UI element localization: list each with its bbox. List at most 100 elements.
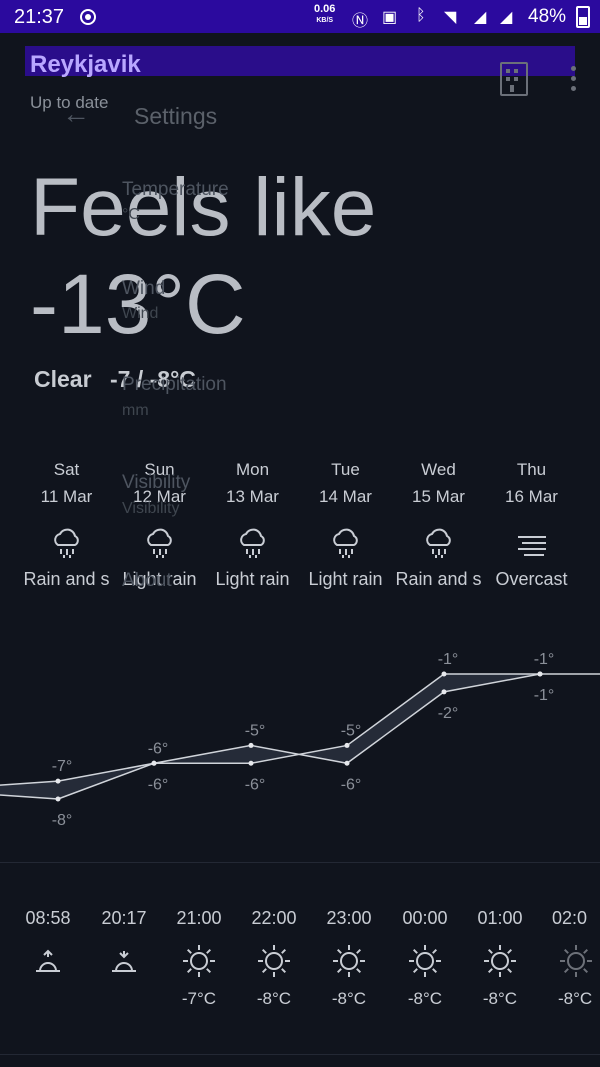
status-bar: 21:37 0.06 KB/S Ⓝ ▣ ᛒ ◥ ◢ ◢ 48% xyxy=(0,0,600,33)
day-forecast-tue[interactable]: Tue 14 Mar Light rain xyxy=(299,460,392,590)
day-condition: Rain and s xyxy=(23,569,110,589)
feels-like-value: -13°C xyxy=(30,257,246,351)
hour-time: 22:00 xyxy=(251,908,297,928)
bottom-temp-label: -6° xyxy=(148,776,169,793)
settings-title: Settings xyxy=(134,103,218,129)
building-icon[interactable] xyxy=(500,62,528,96)
hour-temp: -8°C xyxy=(482,989,518,1008)
current-condition: Clear xyxy=(34,366,92,392)
day-name: Sat xyxy=(53,460,80,479)
day-forecast-sat[interactable]: Sat 11 Mar Rain and s xyxy=(20,460,113,590)
day-date: 15 Mar xyxy=(412,487,465,506)
day-condition: Light rain xyxy=(308,569,383,589)
series-2-point xyxy=(248,760,254,766)
top-temp-label: -5° xyxy=(245,722,266,739)
series-2-point xyxy=(55,796,61,802)
sunset-icon xyxy=(86,941,162,981)
hour-time: 08:58 xyxy=(25,908,71,928)
hour-temp: -7°C xyxy=(181,989,217,1008)
hourly-item: 08:58 xyxy=(10,908,86,989)
series-1-point xyxy=(248,742,254,748)
top-temp-label: -7° xyxy=(52,758,73,775)
status-time: 21:37 xyxy=(14,6,65,28)
hour-time: 23:00 xyxy=(326,908,372,928)
rain-cloud-icon xyxy=(113,525,206,561)
day-date: 12 Mar xyxy=(133,487,186,506)
day-forecast-sun[interactable]: Sun 12 Mar Light rain xyxy=(113,460,206,590)
rain-cloud-icon xyxy=(20,525,113,561)
day-name: Thu xyxy=(516,460,547,479)
city-name[interactable]: Reykjavik xyxy=(30,51,141,79)
day-name: Wed xyxy=(421,460,456,479)
fog-icon xyxy=(485,525,578,561)
rain-cloud-icon xyxy=(392,525,485,561)
more-options-icon[interactable] xyxy=(566,66,580,96)
battery-percent: 48% xyxy=(528,6,567,27)
divider xyxy=(0,1054,600,1055)
day-condition: Overcast xyxy=(495,569,568,589)
hour-time: 00:00 xyxy=(402,908,448,928)
hourly-item: 20:17 xyxy=(86,908,162,989)
cast-icon: ▣ xyxy=(382,9,398,26)
series-2-point xyxy=(344,742,350,748)
day-name: Sun xyxy=(144,460,175,479)
hourly-item: 23:00 -8°C xyxy=(311,908,387,1009)
day-forecast-wed[interactable]: Wed 15 Mar Rain and s xyxy=(392,460,485,590)
wifi-icon: ◥ xyxy=(444,9,457,26)
day-date: 16 Mar xyxy=(505,487,558,506)
update-status: Up to date xyxy=(30,93,109,112)
day-name: Tue xyxy=(331,460,360,479)
top-temp-label: -6° xyxy=(148,740,169,757)
hour-temp: -8°C xyxy=(256,989,292,1008)
bottom-temp-label: -8° xyxy=(52,812,73,829)
hour-temp: -8°C xyxy=(407,989,443,1008)
sun-icon xyxy=(311,941,387,981)
series-1-point xyxy=(441,689,447,695)
day-forecast-thu[interactable]: Thu 16 Mar Overcast xyxy=(485,460,578,590)
top-temp-label: -6° xyxy=(341,776,362,793)
day-forecast-mon[interactable]: Mon 13 Mar Light rain xyxy=(206,460,299,590)
day-condition: Rain and s xyxy=(395,569,482,589)
sun-icon xyxy=(161,941,237,981)
hour-time: 02:0 xyxy=(552,908,588,928)
signal-icon-2: ◢ xyxy=(500,9,513,26)
day-date: 14 Mar xyxy=(319,487,372,506)
bottom-temp-label: -5° xyxy=(341,722,362,739)
network-speed-unit: KB/S xyxy=(316,17,334,24)
sun-icon xyxy=(236,941,312,981)
rain-cloud-icon xyxy=(206,525,299,561)
series-2-point xyxy=(441,671,447,677)
series-1-line xyxy=(57,673,541,782)
series-1-point xyxy=(55,778,61,784)
signal-icon: ◢ xyxy=(474,9,487,26)
hour-time: 21:00 xyxy=(176,908,222,928)
sunrise-icon xyxy=(10,941,86,981)
network-speed: 0.06 KB/S xyxy=(314,4,335,26)
day-name: Mon xyxy=(235,460,270,479)
series-2-point xyxy=(537,671,543,677)
top-temp-label: -1° xyxy=(534,651,555,668)
hourly-item: 00:00 -8°C xyxy=(387,908,463,1009)
hour-temp: -8°C xyxy=(558,989,593,1008)
series-2-point xyxy=(151,760,157,766)
day-date: 13 Mar xyxy=(226,487,279,506)
series-1-point xyxy=(344,760,350,766)
day-condition: Light rain xyxy=(215,569,290,589)
day-condition: Light rain xyxy=(122,569,197,589)
network-speed-value: 0.06 xyxy=(314,3,336,15)
feels-like-label: Feels like xyxy=(30,162,377,253)
nfc-icon: Ⓝ xyxy=(352,13,369,30)
hourly-item: 21:00 -7°C xyxy=(161,908,237,1009)
bluetooth-icon: ᛒ xyxy=(416,7,426,24)
hour-temp: -8°C xyxy=(331,989,367,1008)
sun-icon xyxy=(387,941,463,981)
settings-item-precipitation-value: mm xyxy=(122,402,149,419)
battery-icon xyxy=(576,6,590,28)
current-range: -7 / -8°C xyxy=(110,366,196,392)
temperature-chart: -7° -8° -6° -6° -5° -6° -6° -5° -2° -1° -1° -1° xyxy=(0,651,600,829)
hour-time: 20:17 xyxy=(101,908,147,928)
bottom-temp-label: -1° xyxy=(534,687,555,704)
hourly-item: 22:00 -8°C xyxy=(236,908,312,1009)
day-date: 11 Mar xyxy=(40,487,93,506)
divider xyxy=(0,862,600,863)
